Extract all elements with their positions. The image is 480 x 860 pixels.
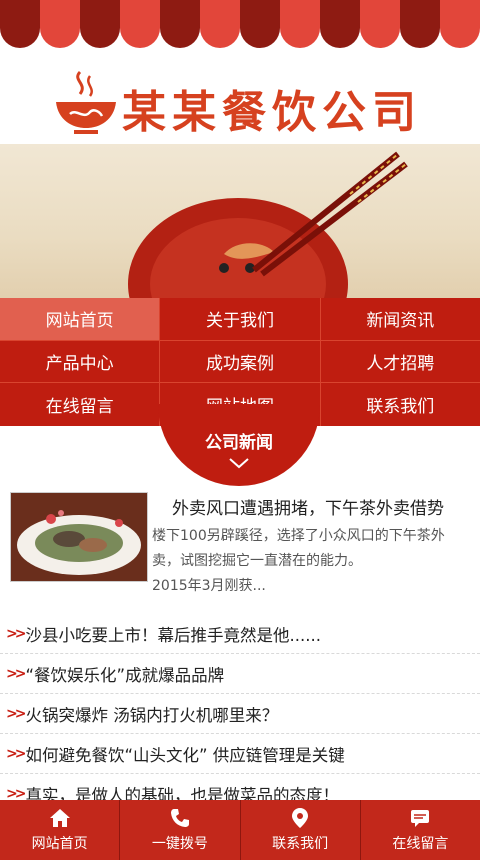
news-list-item[interactable]: >> 火锅突爆炸 汤锅内打火机哪里来？ [0, 694, 480, 734]
awning-stripe [80, 0, 120, 48]
nav-item-jobs[interactable]: 人才招聘 [321, 341, 480, 383]
steaming-bowl-logo-icon [56, 70, 116, 134]
featured-description: 楼下100另辟蹊径，选择了小众风口的下午茶外卖，试图挖掘它一直潜在的能力。 20… [152, 524, 464, 599]
header-logo-area: 某某餐饮公司 [0, 62, 480, 144]
awning-stripe [0, 0, 40, 48]
nav-item-message[interactable]: 在线留言 [0, 383, 161, 426]
double-chevron-right-icon: >> [6, 665, 27, 682]
awning-stripe [240, 0, 280, 48]
news-item-title[interactable]: 如何避免餐饮“山头文化” 供应链管理是关键 [25, 742, 344, 766]
awning-stripe [160, 0, 200, 48]
awning-stripe [120, 0, 160, 48]
awning-stripe [360, 0, 400, 48]
awning-stripe [280, 0, 320, 48]
company-name: 某某餐饮公司 [122, 87, 422, 138]
double-chevron-right-icon: >> [6, 745, 27, 762]
bottom-tab-message[interactable]: 在线留言 [361, 800, 480, 860]
message-icon [411, 810, 430, 827]
bottom-tab-bar: 网站首页 一键拨号 联系我们 在线留言 [0, 800, 480, 860]
news-list-item[interactable]: >> 沙县小吃要上市！幕后推手竟然是他...... [0, 614, 480, 654]
hero-banner [0, 144, 480, 300]
nav-item-cases[interactable]: 成功案例 [160, 340, 321, 383]
bottom-tab-contact[interactable]: 联系我们 [241, 800, 361, 860]
double-chevron-right-icon: >> [6, 625, 27, 642]
section-tab-company-news[interactable]: 公司新闻 [158, 404, 320, 486]
awning-decoration [0, 0, 480, 62]
chevron-down-icon [229, 458, 249, 469]
featured-date-snippet: 2015年3月刚获... [152, 578, 266, 594]
news-list-item[interactable]: >> 如何避免餐饮“山头文化” 供应链管理是关键 [0, 734, 480, 774]
bottom-tab-label: 一键拨号 [151, 836, 208, 852]
red-plate-chopsticks-illustration [128, 151, 408, 300]
awning-stripe [40, 0, 80, 48]
news-list-item[interactable]: >> “餐饮娱乐化”成就爆品品牌 [0, 654, 480, 694]
phone-icon [170, 809, 189, 827]
nav-item-products[interactable]: 产品中心 [0, 340, 161, 383]
bottom-tab-label: 在线留言 [392, 836, 449, 852]
news-item-title[interactable]: 沙县小吃要上市！幕后推手竟然是他...... [25, 622, 320, 646]
section-tab-label: 公司新闻 [205, 433, 273, 453]
nav-item-home[interactable]: 网站首页 [0, 298, 161, 340]
nav-row: 产品中心 成功案例 人才招聘 [0, 340, 480, 384]
awning-stripe [400, 0, 440, 48]
featured-title[interactable]: 外卖风口遭遇拥堵，下午茶外卖借势 [172, 494, 468, 519]
bottom-tab-home[interactable]: 网站首页 [0, 800, 121, 860]
location-pin-icon [292, 808, 309, 828]
news-item-title[interactable]: 火锅突爆炸 汤锅内打火机哪里来？ [25, 702, 278, 726]
nav-row: 网站首页 关于我们 新闻资讯 [0, 298, 480, 341]
featured-article[interactable]: 外卖风口遭遇拥堵，下午茶外卖借势 楼下100另辟蹊径，选择了小众风口的下午茶外卖… [0, 490, 480, 610]
awning-stripe [440, 0, 480, 48]
nav-item-about[interactable]: 关于我们 [160, 298, 321, 340]
awning-stripe [200, 0, 240, 48]
news-item-title[interactable]: “餐饮娱乐化”成就爆品品牌 [25, 662, 224, 686]
nav-item-news[interactable]: 新闻资讯 [321, 298, 480, 340]
bottom-tab-call[interactable]: 一键拨号 [120, 800, 241, 860]
home-icon [49, 809, 70, 827]
double-chevron-right-icon: >> [6, 705, 27, 722]
featured-desc-text: 楼下100另辟蹊径，选择了小众风口的下午茶外卖，试图挖掘它一直潜在的能力。 [152, 528, 445, 569]
news-list: >> 沙县小吃要上市！幕后推手竟然是他...... >> “餐饮娱乐化”成就爆品… [0, 614, 480, 814]
awning-stripe [320, 0, 360, 48]
nav-item-contact[interactable]: 联系我们 [321, 383, 480, 426]
featured-dish-image [10, 492, 148, 582]
bottom-tab-label: 网站首页 [31, 836, 88, 852]
bottom-tab-label: 联系我们 [272, 836, 329, 852]
